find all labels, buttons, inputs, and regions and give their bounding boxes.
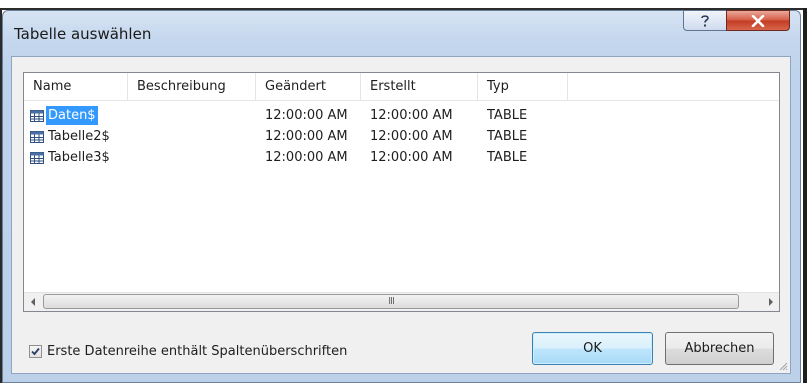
row-erstellt: 12:00:00 AM xyxy=(370,150,453,165)
row-name-cell: Tabelle3$ xyxy=(30,148,112,167)
arrow-left-icon xyxy=(30,298,35,306)
scroll-grip: III xyxy=(388,296,395,307)
table-row[interactable]: Tabelle3$ 12:00:00 AM 12:00:00 AM TABLE xyxy=(24,148,779,167)
row-name: Daten$ xyxy=(46,106,98,125)
table-list[interactable]: Name Beschreibung Geändert Erstellt Typ … xyxy=(23,72,780,312)
first-row-headers-label[interactable]: Erste Datenreihe enthält Spaltenüberschr… xyxy=(47,344,347,359)
row-name-cell: Daten$ xyxy=(30,106,98,125)
checkmark-icon xyxy=(31,347,40,356)
cancel-button[interactable]: Abbrechen xyxy=(665,332,774,365)
row-geaendert: 12:00:00 AM xyxy=(265,129,348,144)
help-button[interactable] xyxy=(683,10,727,31)
table-icon xyxy=(30,151,44,164)
first-row-headers-option[interactable]: Erste Datenreihe enthält Spaltenüberschr… xyxy=(29,344,347,359)
question-icon xyxy=(701,14,709,26)
column-header-erstellt[interactable]: Erstellt xyxy=(361,73,478,100)
resize-grip-icon[interactable] xyxy=(778,361,788,371)
column-header-typ[interactable]: Typ xyxy=(478,73,568,100)
table-icon xyxy=(30,109,44,122)
row-geaendert: 12:00:00 AM xyxy=(265,108,348,123)
row-typ: TABLE xyxy=(487,108,528,123)
table-header: Name Beschreibung Geändert Erstellt Typ xyxy=(24,73,779,101)
table-row[interactable]: Daten$ 12:00:00 AM 12:00:00 AM TABLE xyxy=(24,106,779,125)
row-name: Tabelle3$ xyxy=(48,150,110,165)
row-name-cell: Tabelle2$ xyxy=(30,127,112,146)
column-header-beschreibung[interactable]: Beschreibung xyxy=(128,73,256,100)
scroll-thumb[interactable]: III xyxy=(43,294,739,309)
first-row-headers-checkbox[interactable] xyxy=(29,345,42,358)
table-icon xyxy=(30,130,44,143)
arrow-right-icon xyxy=(768,298,773,306)
column-header-name[interactable]: Name xyxy=(24,73,128,100)
row-erstellt: 12:00:00 AM xyxy=(370,129,453,144)
select-table-dialog: Tabelle auswählen Name Beschreibung Geän… xyxy=(2,10,801,383)
ok-button[interactable]: OK xyxy=(532,332,653,365)
column-header-geaendert[interactable]: Geändert xyxy=(256,73,361,100)
background-window-right-edge xyxy=(803,8,807,383)
table-row[interactable]: Tabelle2$ 12:00:00 AM 12:00:00 AM TABLE xyxy=(24,127,779,146)
row-name: Tabelle2$ xyxy=(48,129,110,144)
row-typ: TABLE xyxy=(487,150,528,165)
dialog-title: Tabelle auswählen xyxy=(14,25,152,43)
row-typ: TABLE xyxy=(487,129,528,144)
close-button[interactable] xyxy=(726,10,790,31)
row-erstellt: 12:00:00 AM xyxy=(370,108,453,123)
row-geaendert: 12:00:00 AM xyxy=(265,150,348,165)
scroll-left-button[interactable] xyxy=(24,293,41,311)
dialog-client-area: Name Beschreibung Geändert Erstellt Typ … xyxy=(11,56,791,374)
scroll-right-button[interactable] xyxy=(762,293,779,311)
close-x-icon xyxy=(751,14,765,27)
horizontal-scrollbar[interactable]: III xyxy=(24,292,779,311)
